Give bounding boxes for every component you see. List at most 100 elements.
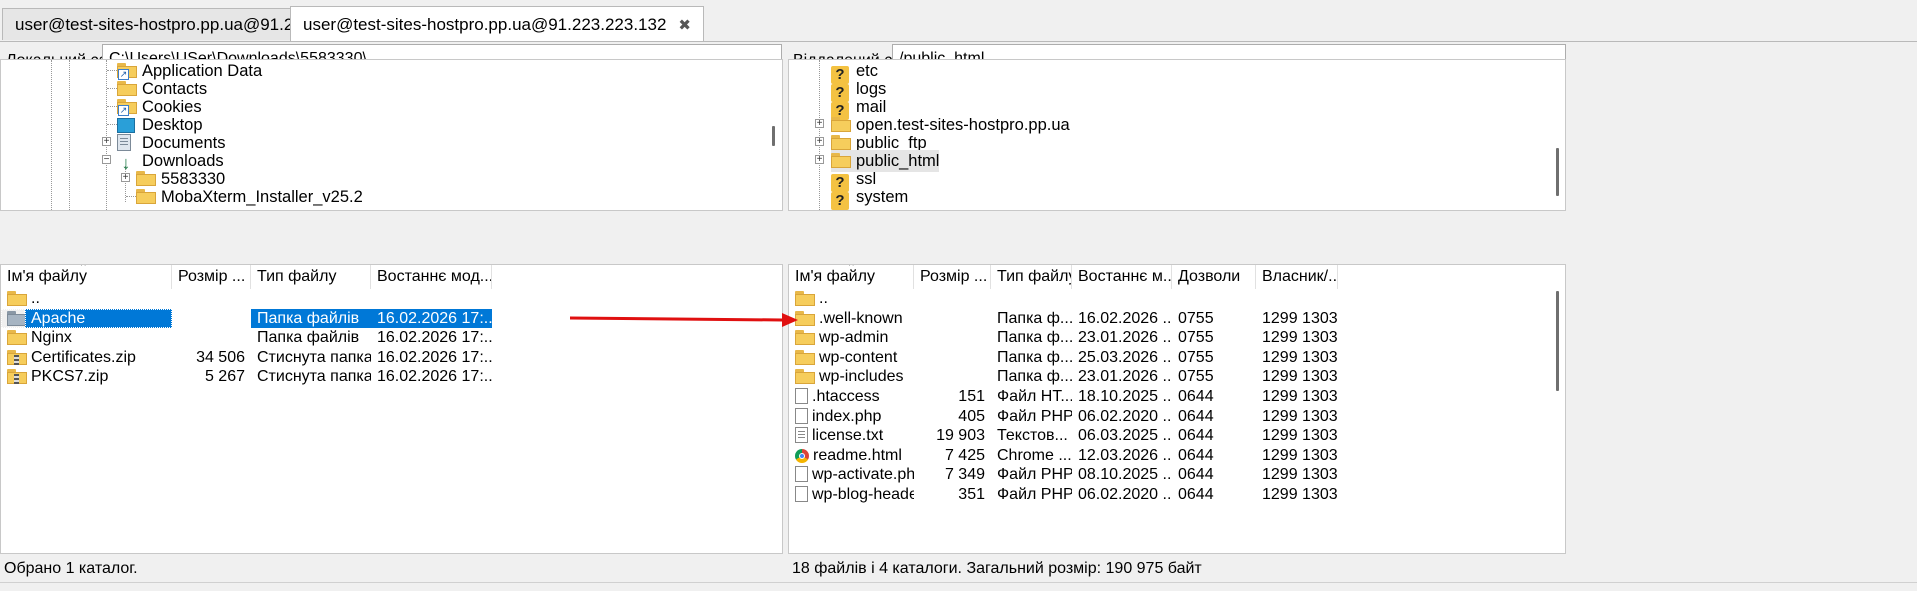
remote-file-list[interactable]: Ім'я файлу ^ Розмір ... Тип файлу Востан…: [788, 264, 1566, 554]
file-permissions: 0644: [1178, 388, 1214, 405]
column-header-permissions[interactable]: Дозволи: [1172, 265, 1256, 289]
file-size: 34 506: [196, 348, 245, 366]
file-row[interactable]: index.php 405 Файл PHP 06.02.2020 ... 0644 12…: [789, 407, 1338, 427]
column-header-modified[interactable]: Востаннє мод...: [371, 265, 492, 289]
column-header-owner[interactable]: Власник/...: [1256, 265, 1338, 289]
file-name: index.php: [812, 407, 882, 425]
file-modified: 16.02.2026 ...: [1078, 309, 1172, 327]
documents-icon: [117, 134, 137, 151]
folder-icon: [7, 310, 25, 326]
file-permissions: 0644: [1178, 407, 1214, 425]
file-owner: 1299 1303: [1262, 427, 1338, 445]
file-modified: 12.03.2026 ...: [1078, 446, 1172, 464]
folder-icon: [136, 171, 156, 187]
tree-item-system[interactable]: ? system: [831, 186, 908, 210]
remote-directory-tree[interactable]: ? etc ? logs ? mail + open.test-sites-hostp…: [788, 59, 1566, 211]
file-type: Файл PHP: [997, 407, 1072, 425]
file-row[interactable]: ..: [789, 289, 1338, 309]
scrollbar-thumb[interactable]: [1556, 291, 1559, 391]
expand-icon[interactable]: +: [815, 155, 824, 165]
folder-icon: [7, 330, 27, 346]
file-owner: 1299 1303: [1262, 368, 1338, 386]
file-row[interactable]: Nginx Папка файлів 16.02.2026 17:...: [1, 328, 492, 348]
file-type: Файл PHP: [997, 466, 1072, 484]
zip-folder-icon: [7, 369, 27, 385]
unknown-folder-icon: ?: [831, 81, 851, 102]
file-permissions: 0755: [1178, 329, 1214, 347]
file-type: Chrome ...: [997, 446, 1072, 464]
file-row[interactable]: wp-content Папка ф... 25.03.2026 ... 0755 12…: [789, 348, 1338, 368]
file-row[interactable]: license.txt 19 903 Текстов... 06.03.2025 ..…: [789, 426, 1338, 446]
file-size: 5 267: [204, 368, 245, 386]
expand-icon[interactable]: +: [815, 119, 824, 129]
file-modified: 06.02.2020 ...: [1078, 407, 1172, 425]
folder-icon: [831, 135, 851, 151]
folder-icon: [117, 81, 137, 97]
file-modified: 23.01.2026 ...: [1078, 329, 1172, 347]
folder-shortcut-icon: ↗: [117, 63, 137, 80]
sort-caret-icon: ^: [849, 264, 854, 272]
bottom-divider: [0, 582, 1917, 583]
folder-icon: [136, 189, 156, 205]
collapse-icon[interactable]: −: [102, 155, 111, 165]
tab-session-2[interactable]: user@test-sites-hostpro.pp.ua@91.223.223…: [290, 6, 704, 42]
column-header-type[interactable]: Тип файлу: [251, 265, 371, 289]
file-name: license.txt: [812, 427, 884, 445]
file-row[interactable]: ..: [1, 289, 492, 309]
tree-item-mobaxterm-installer[interactable]: MobaXterm_Installer_v25.2: [136, 186, 363, 208]
file-row[interactable]: readme.html 7 425 Chrome ... 12.03.2026 ...…: [789, 446, 1338, 466]
file-size: 7 425: [944, 446, 985, 464]
file-row[interactable]: .htaccess 151 Файл НТ... 18.10.2025 ... 0644…: [789, 387, 1338, 407]
folder-icon: [831, 153, 851, 169]
file-row[interactable]: Certificates.zip 34 506 Стиснута папка 1…: [1, 348, 492, 368]
file-name: .htaccess: [812, 388, 880, 405]
file-owner: 1299 1303: [1262, 348, 1338, 366]
local-directory-tree[interactable]: ↗ Application Data Contacts ↗ Cookies Desk…: [0, 59, 783, 211]
file-size: 7 349: [944, 466, 985, 484]
folder-icon: [795, 330, 815, 346]
file-name: wp-content: [819, 348, 898, 366]
file-row[interactable]: wp-activate.php 7 349 Файл PHP 08.10.2025 .…: [789, 465, 1338, 485]
column-header-name[interactable]: Ім'я файлу: [1, 265, 172, 289]
file-row[interactable]: wp-admin Папка ф... 23.01.2026 ... 0755 1299…: [789, 328, 1338, 348]
file-icon: [795, 466, 808, 483]
file-owner: 1299 1303: [1262, 329, 1338, 347]
close-icon[interactable]: ✖: [678, 8, 691, 44]
file-name: wp-includes: [819, 368, 904, 386]
expand-icon[interactable]: +: [102, 137, 111, 147]
file-type: Файл НТ...: [997, 388, 1072, 405]
file-row[interactable]: wp-includes Папка ф... 23.01.2026 ... 0755 1…: [789, 367, 1338, 387]
file-modified: 06.02.2020 ...: [1078, 486, 1172, 503]
column-header-type[interactable]: Тип файлу: [991, 265, 1072, 289]
expand-icon[interactable]: +: [121, 173, 130, 183]
tab-bar: user@test-sites-hostpro.pp.ua@91.223.223…: [0, 0, 1917, 42]
file-name: wp-blog-header....: [812, 486, 914, 503]
file-owner: 1299 1303: [1262, 466, 1338, 484]
file-size: 351: [958, 486, 985, 503]
expand-icon[interactable]: +: [815, 137, 824, 147]
column-header-size[interactable]: Розмір ...: [914, 265, 991, 289]
file-name: ..: [31, 290, 40, 307]
file-row-selected[interactable]: Apache Папка файлів 16.02.2026 17:...: [1, 308, 492, 329]
file-row[interactable]: wp-blog-header.... 351 Файл PHP 06.02.2020 …: [789, 485, 1338, 505]
column-header-size[interactable]: Розмір ...: [172, 265, 251, 289]
file-name: Certificates.zip: [31, 348, 136, 366]
folder-icon: [795, 291, 815, 306]
file-size: 151: [958, 388, 985, 405]
file-modified: 25.03.2026 ...: [1078, 348, 1172, 366]
scrollbar-thumb[interactable]: [1556, 148, 1559, 196]
file-modified: 08.10.2025 ...: [1078, 466, 1172, 484]
desktop-icon: [117, 117, 137, 133]
file-row[interactable]: .well-known Папка ф... 16.02.2026 ... 0755 1…: [789, 309, 1338, 329]
unknown-folder-icon: ?: [831, 171, 851, 192]
file-type: Текстов...: [997, 427, 1068, 445]
file-row[interactable]: PKCS7.zip 5 267 Стиснута папка 16.02.202…: [1, 367, 492, 387]
zip-folder-icon: [7, 349, 27, 365]
local-status: Обрано 1 каталог.: [4, 560, 138, 577]
scrollbar-thumb[interactable]: [772, 126, 775, 146]
file-type: Папка файлів: [251, 308, 371, 329]
file-permissions: 0755: [1178, 368, 1214, 386]
tab-divider: [0, 41, 1917, 42]
column-header-modified[interactable]: Востаннє м...: [1072, 265, 1172, 289]
file-owner: 1299 1303: [1262, 388, 1338, 405]
